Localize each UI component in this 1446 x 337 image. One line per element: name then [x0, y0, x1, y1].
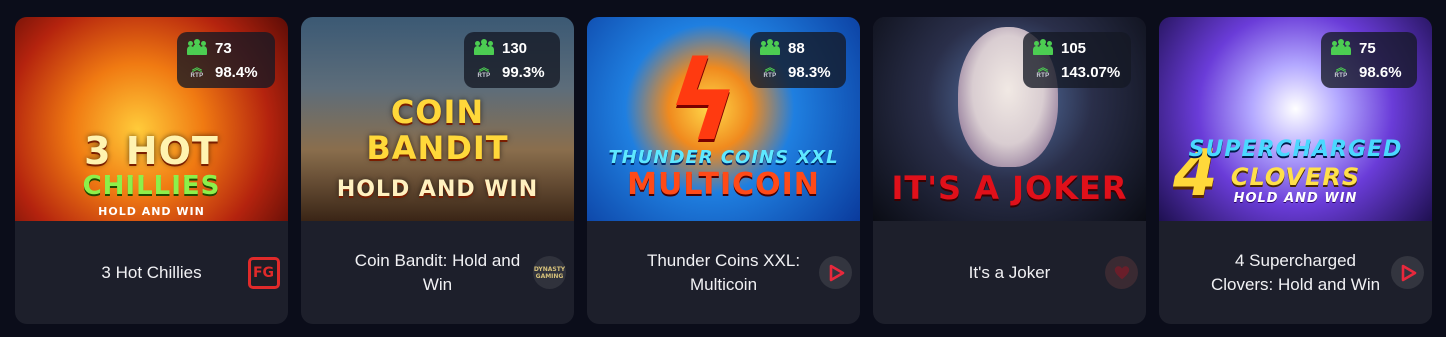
rtp-arrow-icon: ︽ RTP	[190, 62, 204, 79]
lightning-bolt-icon: ϟ	[667, 37, 740, 165]
game-thumbnail[interactable]: COIN BANDIT HOLD AND WIN 130 ︽ RTP 99.3%	[301, 17, 574, 221]
play-provider-icon[interactable]	[1391, 256, 1424, 289]
players-icon	[187, 39, 207, 55]
game-card[interactable]: COIN BANDIT HOLD AND WIN 130 ︽ RTP 99.3% …	[301, 17, 574, 324]
stats-badge: 88 ︽ RTP 98.3%	[750, 32, 846, 88]
rtp-arrow-icon: ︽ RTP	[1036, 62, 1050, 79]
game-thumbnail[interactable]: IT'S A JOKER 105 ︽ RTP 143.07%	[873, 17, 1146, 221]
stats-badge: 130 ︽ RTP 99.3%	[464, 32, 560, 88]
rtp-arrow-icon: ︽ RTP	[477, 62, 491, 79]
rtp-stat: ︽ RTP 143.07%	[1033, 62, 1121, 82]
fg-provider-icon[interactable]: FG	[247, 256, 280, 289]
rtp-stat: ︽ RTP 99.3%	[474, 62, 545, 82]
game-title[interactable]: 4 Supercharged Clovers: Hold and Win	[1211, 249, 1381, 297]
game-art-logo-line: IT'S A JOKER	[891, 169, 1128, 207]
game-art-logo-line: CHILLIES	[82, 171, 221, 201]
game-card[interactable]: IT'S A JOKER 105 ︽ RTP 143.07% It's a Jok…	[873, 17, 1146, 324]
players-stat: 73	[187, 38, 232, 58]
game-art-logo-line: HOLD AND WIN	[1233, 191, 1358, 206]
game-thumbnail[interactable]: ϟ THUNDER COINS XXL MULTICOIN 88 ︽ RTP 98…	[587, 17, 860, 221]
game-thumbnail[interactable]: 4 SUPERCHARGED CLOVERS HOLD AND WIN 75 ︽…	[1159, 17, 1432, 221]
players-count: 105	[1061, 39, 1087, 57]
game-card-row: 3 HOT CHILLIES HOLD AND WIN 73 ︽ RTP 98.4…	[0, 0, 1446, 337]
rtp-arrow-icon: ︽ RTP	[763, 62, 777, 79]
players-icon	[1331, 39, 1351, 55]
players-count: 88	[788, 39, 805, 57]
players-icon	[1033, 39, 1053, 55]
game-card[interactable]: 4 SUPERCHARGED CLOVERS HOLD AND WIN 75 ︽…	[1159, 17, 1432, 324]
game-title[interactable]: 3 Hot Chillies	[67, 261, 237, 285]
players-count: 75	[1359, 39, 1376, 57]
game-art-logo-line: MULTICOIN	[627, 167, 820, 202]
game-card[interactable]: ϟ THUNDER COINS XXL MULTICOIN 88 ︽ RTP 98…	[587, 17, 860, 324]
rtp-value: 98.6%	[1359, 63, 1402, 81]
stats-badge: 75 ︽ RTP 98.6%	[1321, 32, 1417, 88]
rtp-arrow-icon: ︽ RTP	[1334, 62, 1348, 79]
game-art-logo-line: 3 HOT	[84, 129, 219, 173]
rtp-stat: ︽ RTP 98.4%	[187, 62, 258, 82]
rtp-value: 98.4%	[215, 63, 258, 81]
game-art-logo-line: CLOVERS	[1230, 163, 1361, 191]
game-art-logo-line: BANDIT	[366, 129, 509, 167]
players-stat: 88	[760, 38, 805, 58]
game-title[interactable]: It's a Joker	[925, 261, 1095, 285]
play-provider-icon[interactable]	[819, 256, 852, 289]
players-stat: 105	[1033, 38, 1086, 58]
players-stat: 75	[1331, 38, 1376, 58]
play-triangle-icon	[829, 264, 844, 281]
stats-badge: 73 ︽ RTP 98.4%	[177, 32, 275, 88]
game-thumbnail[interactable]: 3 HOT CHILLIES HOLD AND WIN 73 ︽ RTP 98.4…	[15, 17, 288, 221]
game-art-logo-line: HOLD AND WIN	[336, 177, 539, 202]
players-count: 73	[215, 39, 232, 57]
game-art-logo-line: THUNDER COINS XXL	[608, 147, 839, 168]
game-card[interactable]: 3 HOT CHILLIES HOLD AND WIN 73 ︽ RTP 98.4…	[15, 17, 288, 324]
rtp-stat: ︽ RTP 98.3%	[760, 62, 831, 82]
game-art-logo-line: SUPERCHARGED	[1188, 137, 1403, 162]
game-title[interactable]: Thunder Coins XXL: Multicoin	[639, 249, 809, 297]
heart-icon	[1114, 265, 1129, 279]
rtp-value: 98.3%	[788, 63, 831, 81]
players-stat: 130	[474, 38, 527, 58]
heart-provider-icon[interactable]	[1105, 256, 1138, 289]
rtp-value: 143.07%	[1061, 63, 1121, 81]
players-icon	[474, 39, 494, 55]
play-triangle-icon	[1401, 264, 1416, 281]
rtp-stat: ︽ RTP 98.6%	[1331, 62, 1402, 82]
stats-badge: 105 ︽ RTP 143.07%	[1023, 32, 1131, 88]
game-art-logo-line: HOLD AND WIN	[98, 205, 205, 218]
dynasty-provider-icon[interactable]: DYNASTY GAMING	[533, 256, 566, 289]
game-title[interactable]: Coin Bandit: Hold and Win	[353, 249, 523, 297]
players-icon	[760, 39, 780, 55]
game-art-logo-line: COIN	[390, 93, 485, 131]
rtp-value: 99.3%	[502, 63, 545, 81]
players-count: 130	[502, 39, 528, 57]
